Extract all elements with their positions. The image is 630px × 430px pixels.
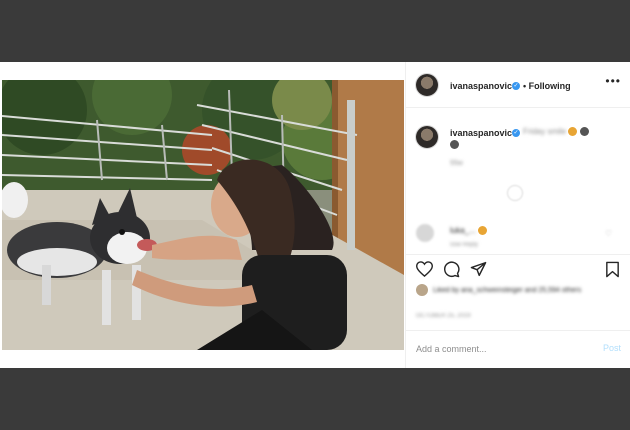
load-more-comments-icon[interactable] [507,185,523,201]
post-date-blurred: OCTOBER 25, 2019 [416,313,471,319]
likes-text-blurred: Liked by ana_schweinsteiger and 25,594 o… [432,286,582,294]
author-avatar[interactable] [416,74,438,96]
add-comment-input[interactable] [416,342,586,356]
caption-verified-badge-icon: ✓ [512,129,520,137]
post-photo[interactable] [2,80,404,350]
post-sidebar: ivanaspanovic ✓ • Following ••• ivanaspa… [405,62,630,368]
photo-illustration [2,80,404,350]
comment-meta-blurred: 55w Reply [450,242,479,248]
caption-time-blurred: 55w [450,160,463,167]
comment-row: luka_... [450,226,488,236]
caption-text-blurred: Friday smile [523,127,589,137]
comment-icon[interactable] [443,261,460,278]
comment-bar: Post [406,330,630,368]
post-header: ivanaspanovic ✓ • Following ••• [406,62,630,108]
commenter-avatar[interactable] [416,224,434,242]
author-username[interactable]: ivanaspanovic [450,81,512,91]
action-bar [406,254,630,282]
caption-avatar[interactable] [416,126,438,148]
emoji-icon [450,140,459,150]
likes-summary[interactable]: Liked by ana_schweinsteiger and 25,594 o… [416,284,581,296]
heart-icon[interactable] [416,261,433,277]
commenter-username[interactable]: luka_... [450,226,476,235]
more-options-icon[interactable]: ••• [605,74,621,88]
following-status[interactable]: • Following [523,81,571,91]
bookmark-icon[interactable] [605,261,620,278]
caption-username[interactable]: ivanaspanovic [450,128,512,138]
emoji-icon [579,127,589,137]
photo-frame [0,62,405,368]
liker-avatar [416,284,428,296]
comment-like-icon[interactable]: ♡ [605,229,612,238]
verified-badge-icon: ✓ [512,82,520,90]
emoji-icon [568,127,578,137]
emoji-icon [478,226,488,236]
share-icon[interactable] [470,261,487,277]
following-label: Following [528,81,571,91]
caption-text-line2 [450,140,459,150]
instagram-post-modal: ivanaspanovic ✓ • Following ••• ivanaspa… [0,62,630,368]
post-comment-button[interactable]: Post [603,343,621,353]
